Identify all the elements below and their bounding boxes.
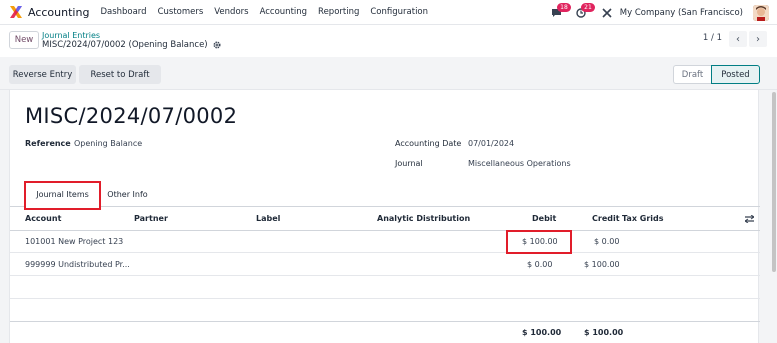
row-account: 999999 Undistributed Pr...	[25, 260, 130, 269]
pager-next-button[interactable]: ›	[749, 31, 767, 47]
row-credit: $ 0.00	[594, 237, 620, 246]
tab-other-info[interactable]: Other Info	[100, 182, 155, 207]
pager-previous-button[interactable]: ‹	[729, 31, 747, 47]
app-name[interactable]: Accounting	[28, 6, 89, 19]
new-button[interactable]: New	[9, 31, 39, 49]
form-sheet: MISC/2024/07/0002 Reference Opening Bala…	[9, 90, 760, 343]
row-credit: $ 100.00	[584, 260, 620, 269]
table-row-empty[interactable]	[10, 277, 760, 299]
status-bar: Draft Posted	[673, 65, 760, 84]
journal-field[interactable]: Miscellaneous Operations	[468, 159, 571, 168]
journal-items-highlight	[24, 181, 101, 210]
tools-icon	[602, 7, 612, 18]
breadcrumb-journal-entries[interactable]: Journal Entries	[42, 31, 100, 40]
top-navbar: Accounting Dashboard Customers Vendors A…	[0, 0, 777, 25]
table-row[interactable]: 999999 Undistributed Pr... $ 0.00 $ 100.…	[10, 254, 760, 276]
company-switcher[interactable]: My Company (San Francisco)	[620, 8, 743, 18]
debug-tools-button[interactable]	[602, 7, 612, 18]
debit-highlight	[506, 230, 572, 254]
control-panel: New Journal Entries MISC/2024/07/0002 (O…	[0, 25, 777, 57]
col-analytic-distribution[interactable]: Analytic Distribution	[377, 214, 470, 223]
col-label[interactable]: Label	[256, 214, 280, 223]
table-header: Account Partner Label Analytic Distribut…	[10, 207, 760, 231]
reverse-entry-button[interactable]: Reverse Entry	[9, 65, 76, 84]
scrollbar-thumb[interactable]	[772, 92, 776, 272]
reference-label: Reference	[25, 139, 71, 148]
col-debit[interactable]: Debit	[532, 214, 556, 223]
chevron-right-icon: ›	[756, 33, 760, 45]
reset-to-draft-button[interactable]: Reset to Draft	[79, 65, 161, 84]
journal-label: Journal	[395, 159, 423, 168]
table-totals: $ 100.00 $ 100.00	[10, 321, 760, 343]
gear-icon[interactable]	[213, 41, 221, 49]
pager-value[interactable]: 1 / 1	[703, 33, 722, 43]
menu-vendors[interactable]: Vendors	[214, 7, 248, 17]
row-account: 101001 New Project 123	[25, 237, 124, 246]
col-partner[interactable]: Partner	[134, 214, 168, 223]
reference-field[interactable]: Opening Balance	[74, 139, 142, 148]
menu-configuration[interactable]: Configuration	[370, 7, 428, 17]
col-credit[interactable]: Credit	[592, 214, 620, 223]
status-draft[interactable]: Draft	[673, 65, 711, 84]
scrollbar[interactable]	[771, 90, 777, 343]
accounting-date-field[interactable]: 07/01/2024	[468, 139, 514, 148]
column-settings-icon[interactable]	[745, 215, 754, 223]
table-row-empty[interactable]	[10, 299, 760, 321]
menu-dashboard[interactable]: Dashboard	[100, 7, 146, 17]
user-avatar[interactable]	[753, 4, 769, 21]
chevron-left-icon: ‹	[736, 33, 740, 45]
activities-button[interactable]: 21	[576, 2, 595, 18]
menu-reporting[interactable]: Reporting	[318, 7, 359, 17]
breadcrumb-current: MISC/2024/07/0002 (Opening Balance)	[42, 40, 221, 50]
col-tax-grids[interactable]: Tax Grids	[622, 214, 664, 223]
table-row[interactable]: 101001 New Project 123 $ 100.00 $ 0.00	[10, 231, 760, 253]
page-title: MISC/2024/07/0002	[25, 104, 238, 128]
menu-customers[interactable]: Customers	[158, 7, 204, 17]
status-posted[interactable]: Posted	[711, 65, 760, 84]
action-bar: Reverse Entry Reset to Draft Draft Poste…	[0, 57, 777, 90]
col-account[interactable]: Account	[25, 214, 61, 223]
menu-accounting[interactable]: Accounting	[260, 7, 307, 17]
messages-button[interactable]: 18	[551, 2, 571, 18]
row-debit: $ 0.00	[527, 260, 553, 269]
activities-badge: 21	[581, 2, 595, 12]
accounting-date-label: Accounting Date	[395, 139, 462, 148]
breadcrumb-current-label: MISC/2024/07/0002 (Opening Balance)	[42, 40, 208, 50]
total-debit: $ 100.00	[522, 328, 562, 337]
total-credit: $ 100.00	[584, 328, 624, 337]
messages-badge: 18	[557, 2, 571, 12]
app-logo-icon[interactable]	[9, 5, 23, 19]
